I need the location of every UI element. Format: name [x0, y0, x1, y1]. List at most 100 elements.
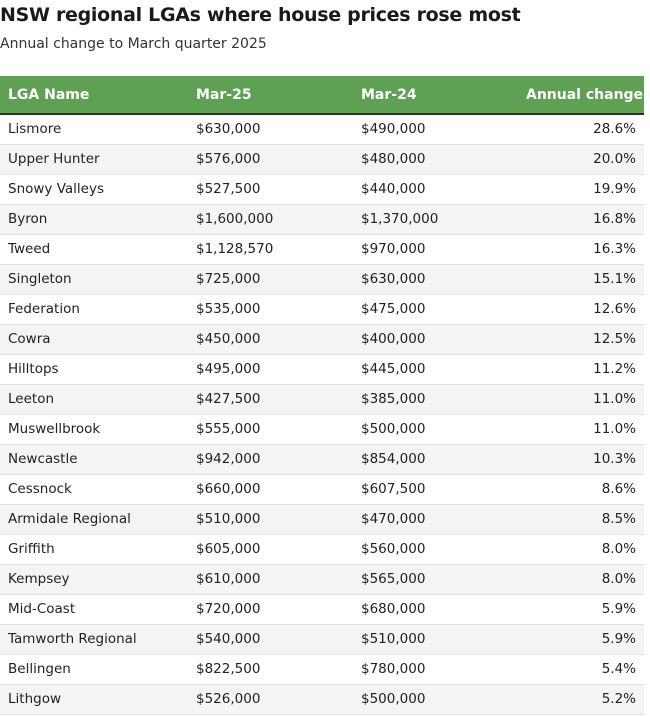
mar-24-cell: $470,000	[353, 504, 518, 535]
mar-24-cell: $780,000	[353, 654, 518, 685]
lga-name-cell: Mid-Coast	[0, 594, 188, 625]
mar-25-cell: $450,000	[188, 324, 353, 355]
mar-24-cell: $445,000	[353, 354, 518, 385]
annual-change-cell: 15.1%	[518, 264, 644, 295]
table-row: Tamworth Regional $540,000 $510,000 5.9%	[0, 624, 644, 655]
column-header-mar-24: Mar-24	[353, 76, 518, 115]
lga-name-cell: Lismore	[0, 114, 188, 145]
mar-24-cell: $385,000	[353, 384, 518, 415]
mar-24-cell: $490,000	[353, 114, 518, 145]
mar-25-cell: $942,000	[188, 444, 353, 475]
column-header-mar-25: Mar-25	[188, 76, 353, 115]
mar-24-cell: $500,000	[353, 684, 518, 715]
annual-change-cell: 5.9%	[518, 624, 644, 655]
column-header-annual-change: Annual change	[518, 76, 644, 115]
lga-name-cell: Armidale Regional	[0, 504, 188, 535]
lga-name-cell: Tamworth Regional	[0, 624, 188, 655]
table-row: Newcastle $942,000 $854,000 10.3%	[0, 444, 644, 475]
annual-change-cell: 8.5%	[518, 504, 644, 535]
lga-name-cell: Byron	[0, 204, 188, 235]
table-row: Upper Hunter $576,000 $480,000 20.0%	[0, 144, 644, 175]
mar-24-cell: $630,000	[353, 264, 518, 295]
annual-change-cell: 12.5%	[518, 324, 644, 355]
annual-change-cell: 8.6%	[518, 474, 644, 505]
annual-change-cell: 12.6%	[518, 294, 644, 325]
table-row: Cowra $450,000 $400,000 12.5%	[0, 324, 644, 355]
mar-25-cell: $822,500	[188, 654, 353, 685]
mar-25-cell: $725,000	[188, 264, 353, 295]
mar-24-cell: $565,000	[353, 564, 518, 595]
table-row: Singleton $725,000 $630,000 15.1%	[0, 264, 644, 295]
lga-name-cell: Newcastle	[0, 444, 188, 475]
table-row: Leeton $427,500 $385,000 11.0%	[0, 384, 644, 415]
annual-change-cell: 8.0%	[518, 564, 644, 595]
mar-25-cell: $427,500	[188, 384, 353, 415]
lga-name-cell: Cowra	[0, 324, 188, 355]
mar-25-cell: $527,500	[188, 174, 353, 205]
table-row: Armidale Regional $510,000 $470,000 8.5%	[0, 504, 644, 535]
mar-25-cell: $526,000	[188, 684, 353, 715]
mar-24-cell: $607,500	[353, 474, 518, 505]
lga-name-cell: Kempsey	[0, 564, 188, 595]
mar-24-cell: $480,000	[353, 144, 518, 175]
annual-change-cell: 11.0%	[518, 414, 644, 445]
mar-25-cell: $510,000	[188, 504, 353, 535]
annual-change-cell: 20.0%	[518, 144, 644, 175]
table-row: Federation $535,000 $475,000 12.6%	[0, 294, 644, 325]
lga-name-cell: Upper Hunter	[0, 144, 188, 175]
lga-name-cell: Lithgow	[0, 684, 188, 715]
annual-change-cell: 8.0%	[518, 534, 644, 565]
table-row: Griffith $605,000 $560,000 8.0%	[0, 534, 644, 565]
mar-24-cell: $475,000	[353, 294, 518, 325]
mar-25-cell: $605,000	[188, 534, 353, 565]
annual-change-cell: 28.6%	[518, 114, 644, 145]
mar-24-cell: $1,370,000	[353, 204, 518, 235]
table-row: Lithgow $526,000 $500,000 5.2%	[0, 684, 644, 715]
annual-change-cell: 5.9%	[518, 594, 644, 625]
annual-change-cell: 10.3%	[518, 444, 644, 475]
table-row: Muswellbrook $555,000 $500,000 11.0%	[0, 414, 644, 445]
mar-25-cell: $495,000	[188, 354, 353, 385]
table-row: Snowy Valleys $527,500 $440,000 19.9%	[0, 174, 644, 205]
mar-24-cell: $560,000	[353, 534, 518, 565]
lga-name-cell: Federation	[0, 294, 188, 325]
mar-25-cell: $1,128,570	[188, 234, 353, 265]
table-row: Mid-Coast $720,000 $680,000 5.9%	[0, 594, 644, 625]
lga-name-cell: Leeton	[0, 384, 188, 415]
table-row: Tweed $1,128,570 $970,000 16.3%	[0, 234, 644, 265]
lga-name-cell: Tweed	[0, 234, 188, 265]
table-row: Lismore $630,000 $490,000 28.6%	[0, 114, 644, 145]
price-table: LGA Name Mar-25 Mar-24 Annual change Lis…	[0, 76, 644, 715]
mar-24-cell: $970,000	[353, 234, 518, 265]
table-header: LGA Name Mar-25 Mar-24 Annual change	[0, 76, 644, 115]
annual-change-cell: 5.2%	[518, 684, 644, 715]
lga-name-cell: Griffith	[0, 534, 188, 565]
mar-24-cell: $854,000	[353, 444, 518, 475]
mar-25-cell: $540,000	[188, 624, 353, 655]
page-subtitle: Annual change to March quarter 2025	[0, 36, 267, 52]
column-header-lga-name: LGA Name	[0, 76, 188, 115]
table-row: Bellingen $822,500 $780,000 5.4%	[0, 654, 644, 685]
mar-25-cell: $660,000	[188, 474, 353, 505]
mar-25-cell: $576,000	[188, 144, 353, 175]
mar-24-cell: $680,000	[353, 594, 518, 625]
annual-change-cell: 5.4%	[518, 654, 644, 685]
annual-change-cell: 19.9%	[518, 174, 644, 205]
mar-25-cell: $1,600,000	[188, 204, 353, 235]
header-row: LGA Name Mar-25 Mar-24 Annual change	[0, 76, 644, 115]
lga-name-cell: Singleton	[0, 264, 188, 295]
mar-25-cell: $555,000	[188, 414, 353, 445]
table-row: Cessnock $660,000 $607,500 8.6%	[0, 474, 644, 505]
page-title: NSW regional LGAs where house prices ros…	[0, 4, 521, 26]
table-body: Lismore $630,000 $490,000 28.6% Upper Hunter…	[0, 114, 644, 715]
mar-25-cell: $720,000	[188, 594, 353, 625]
annual-change-cell: 11.2%	[518, 354, 644, 385]
annual-change-cell: 11.0%	[518, 384, 644, 415]
mar-24-cell: $400,000	[353, 324, 518, 355]
mar-25-cell: $610,000	[188, 564, 353, 595]
table-row: Byron $1,600,000 $1,370,000 16.8%	[0, 204, 644, 235]
mar-24-cell: $500,000	[353, 414, 518, 445]
mar-25-cell: $630,000	[188, 114, 353, 145]
lga-name-cell: Hilltops	[0, 354, 188, 385]
lga-name-cell: Muswellbrook	[0, 414, 188, 445]
